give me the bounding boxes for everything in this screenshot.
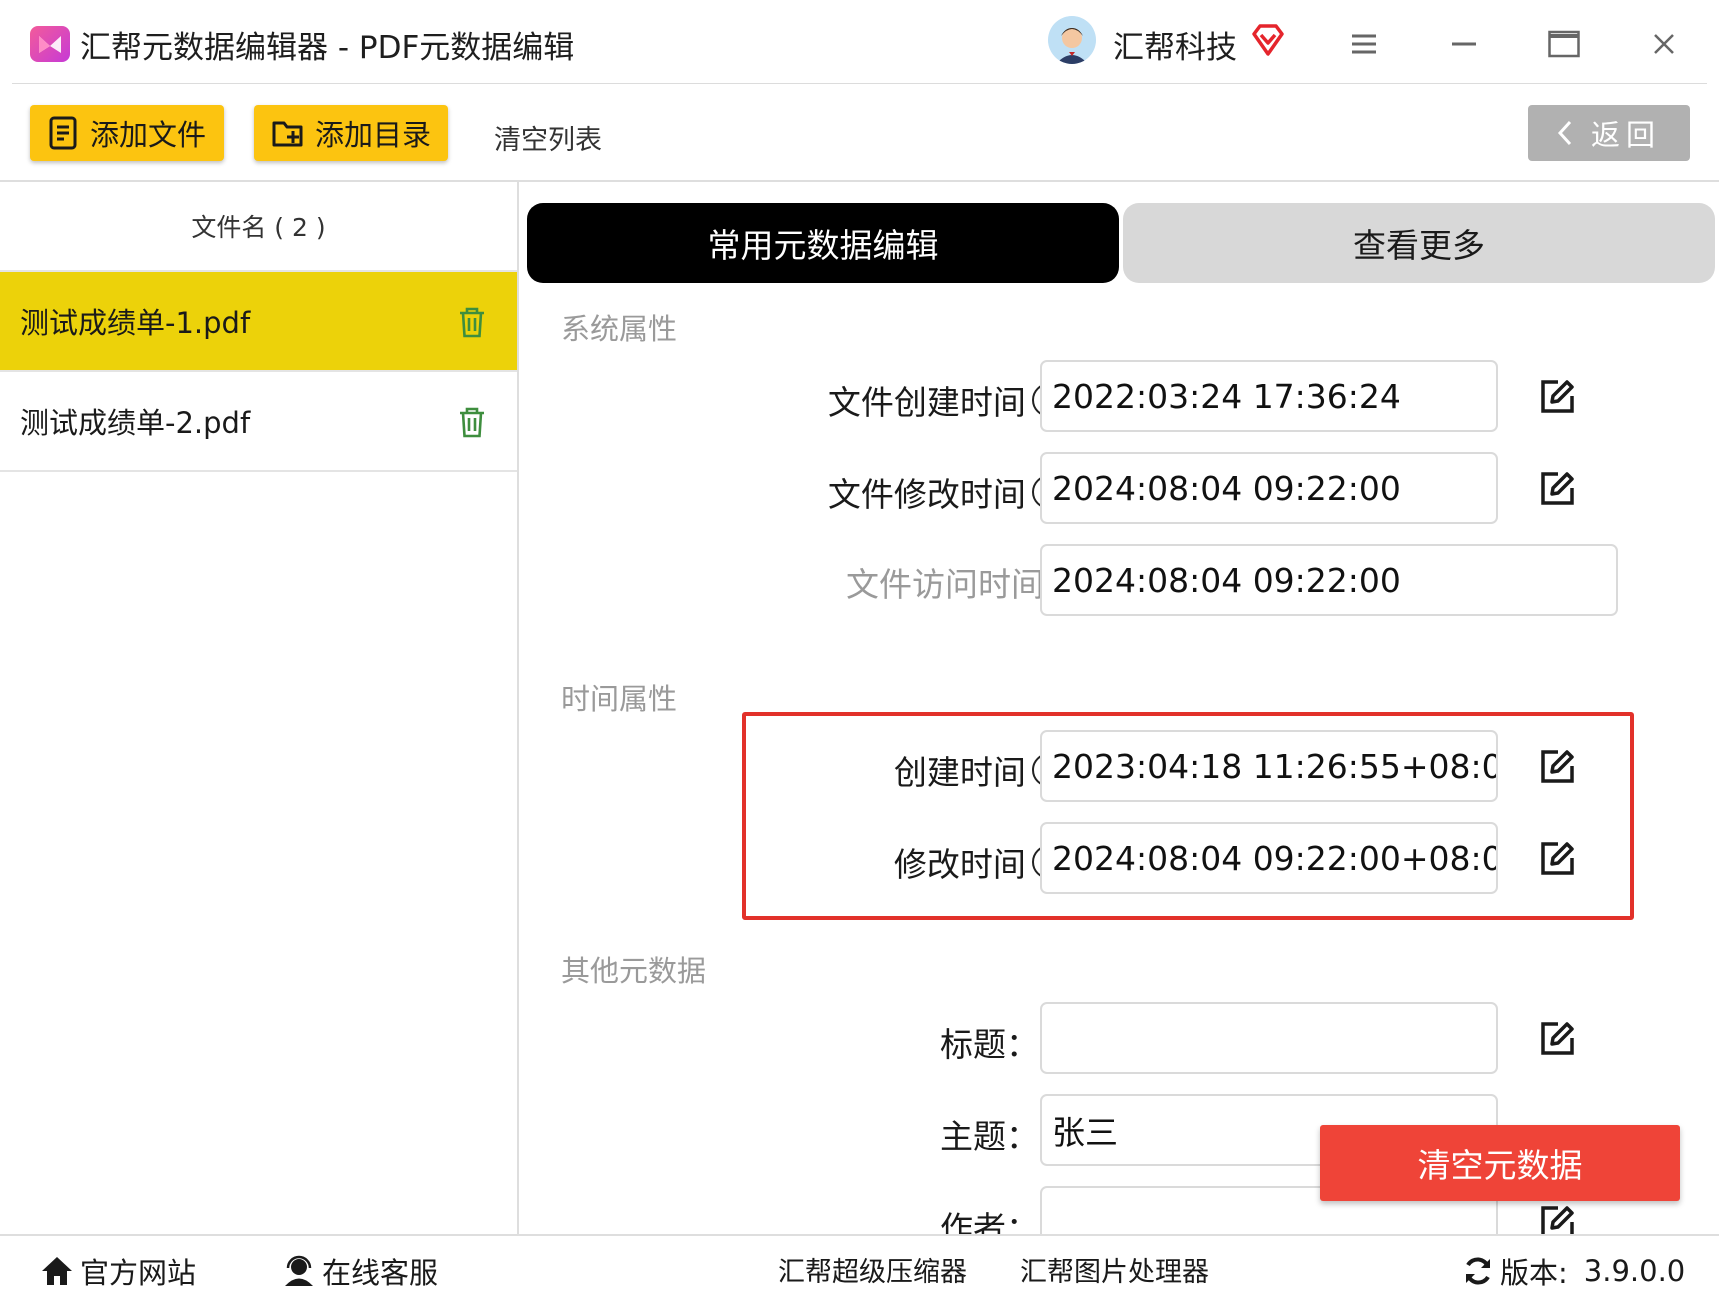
window-title: 汇帮元数据编辑器 - PDF元数据编辑 — [80, 30, 575, 66]
tab-common-metadata[interactable]: 常用元数据编辑 — [527, 203, 1119, 283]
minimize-icon[interactable] — [1440, 22, 1488, 66]
refresh-icon[interactable] — [1462, 1255, 1494, 1287]
edit-icon[interactable] — [1538, 378, 1576, 416]
metadata-panel: 常用元数据编辑 查看更多 系统属性 文件创建时间 ?: 2022:03:24 1… — [519, 182, 1719, 1234]
edit-icon[interactable] — [1538, 1020, 1576, 1058]
website-label: 官方网站 — [80, 1256, 197, 1290]
file-modified-field[interactable]: 2024:08:04 09:22:00 — [1040, 452, 1498, 524]
add-file-icon — [49, 116, 77, 150]
toolbar: 添加文件 添加目录 清空列表 返回 — [0, 84, 1719, 182]
subject-label: 主题： — [940, 1117, 1039, 1156]
app-logo-icon — [30, 26, 70, 62]
file-name: 测试成绩单-1.pdf — [20, 306, 251, 340]
official-website-link[interactable]: 官方网站 — [40, 1250, 196, 1292]
file-list-header: 文件名 ( 2 ) — [0, 182, 517, 272]
trash-icon[interactable] — [457, 306, 487, 338]
vip-diamond-icon[interactable] — [1250, 22, 1286, 58]
close-icon[interactable] — [1640, 22, 1688, 66]
file-list-item[interactable]: 测试成绩单-2.pdf — [0, 372, 517, 472]
title-field[interactable] — [1040, 1002, 1498, 1074]
version-label: 版本: — [1500, 1256, 1568, 1290]
section-other-metadata: 其他元数据 — [561, 954, 707, 988]
back-button[interactable]: 返回 — [1528, 105, 1690, 161]
add-folder-icon — [272, 121, 303, 147]
online-support-link[interactable]: 在线客服 — [282, 1250, 438, 1292]
footer-bar: 官方网站 在线客服 汇帮超级压缩器 汇帮图片处理器 版本: 3.9.0.0 — [0, 1234, 1719, 1299]
trash-icon[interactable] — [457, 406, 487, 438]
version-info: 版本: 3.9.0.0 — [1462, 1250, 1685, 1292]
back-label: 返回 — [1590, 118, 1661, 152]
add-file-label: 添加文件 — [89, 118, 206, 152]
file-accessed-field: 2024:08:04 09:22:00 — [1040, 544, 1618, 616]
file-list-item[interactable]: 测试成绩单-1.pdf — [0, 272, 517, 372]
compressor-link[interactable]: 汇帮超级压缩器 — [778, 1250, 967, 1289]
title-label: 标题： — [940, 1025, 1039, 1064]
user-name: 汇帮科技 — [1113, 30, 1237, 66]
menu-icon[interactable] — [1340, 22, 1388, 66]
support-label: 在线客服 — [322, 1256, 439, 1290]
clear-metadata-button[interactable]: 清空元数据 — [1320, 1125, 1680, 1201]
file-list-panel: 文件名 ( 2 ) 测试成绩单-1.pdf 测试成绩单-2.pdf — [0, 182, 519, 1234]
add-file-button[interactable]: 添加文件 — [30, 105, 224, 161]
section-system-props: 系统属性 — [561, 312, 678, 346]
tab-view-more[interactable]: 查看更多 — [1123, 203, 1715, 283]
add-directory-label: 添加目录 — [314, 118, 431, 152]
highlight-annotation-box — [742, 712, 1634, 920]
label-text: 文件修改时间 — [827, 475, 1026, 514]
user-avatar[interactable] — [1048, 16, 1096, 64]
title-bar: 汇帮元数据编辑器 - PDF元数据编辑 汇帮科技 — [0, 0, 1719, 84]
file-accessed-label: 文件访问时间 — [846, 565, 1044, 604]
chevron-left-icon — [1557, 120, 1572, 146]
add-directory-button[interactable]: 添加目录 — [254, 105, 448, 161]
edit-icon[interactable] — [1538, 1204, 1576, 1234]
clear-list-button[interactable]: 清空列表 — [494, 118, 602, 157]
home-icon — [42, 1257, 72, 1285]
section-time-props: 时间属性 — [561, 682, 678, 716]
label-text: 文件创建时间 — [827, 383, 1026, 422]
maximize-icon[interactable] — [1540, 22, 1588, 66]
edit-icon[interactable] — [1538, 470, 1576, 508]
image-tool-link[interactable]: 汇帮图片处理器 — [1020, 1250, 1209, 1289]
author-label: 作者： — [940, 1209, 1039, 1234]
file-name: 测试成绩单-2.pdf — [20, 406, 251, 440]
version-value: 3.9.0.0 — [1583, 1254, 1686, 1288]
file-created-field[interactable]: 2022:03:24 17:36:24 — [1040, 360, 1498, 432]
support-agent-icon — [285, 1255, 313, 1286]
